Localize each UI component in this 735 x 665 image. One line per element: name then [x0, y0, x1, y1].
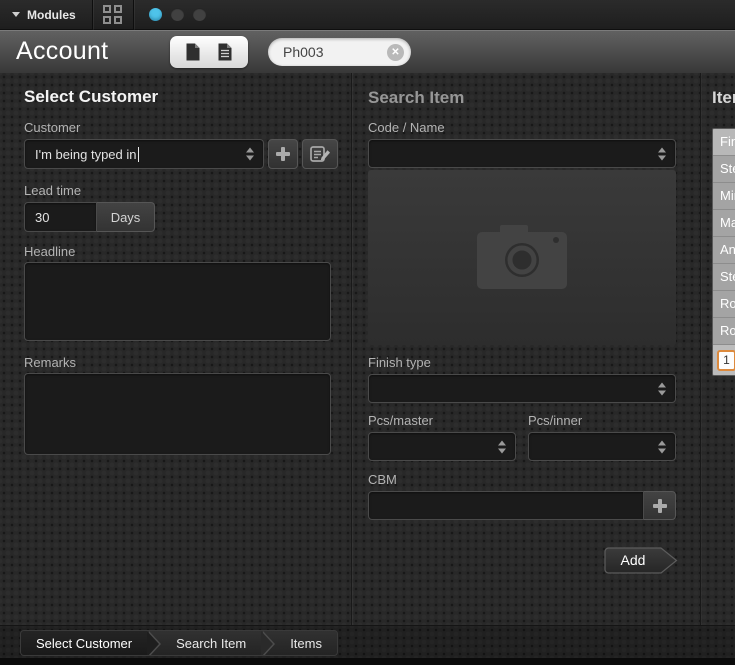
- finish-type-label: Finish type: [368, 355, 431, 370]
- bottom-bar: Select Customer Search Item Items: [0, 625, 735, 658]
- page-indicator-dot-2[interactable]: [171, 8, 184, 21]
- page-header: Account: [0, 30, 735, 73]
- items-heading: Items: [712, 88, 735, 108]
- step-select-customer[interactable]: Select Customer: [21, 631, 147, 655]
- items-pagination: 1: [713, 345, 735, 375]
- code-name-label: Code / Name: [368, 120, 445, 135]
- lined-document-icon: [217, 42, 233, 62]
- items-row[interactable]: Steel: [713, 264, 735, 291]
- select-customer-heading: Select Customer: [24, 87, 158, 107]
- page-indicator-dot-1[interactable]: [149, 8, 162, 21]
- grid-icon: [103, 5, 122, 24]
- step-items[interactable]: Items: [275, 631, 337, 655]
- items-row[interactable]: Matte: [713, 210, 735, 237]
- plus-icon: [653, 499, 667, 513]
- footer-strip: [0, 658, 735, 665]
- add-item-button[interactable]: Add: [604, 547, 678, 574]
- cbm-input[interactable]: [368, 491, 644, 520]
- panel-divider: [351, 73, 352, 625]
- select-stepper-icon: [658, 382, 666, 395]
- edit-icon: [310, 145, 331, 163]
- app-window: Modules Account: [0, 0, 735, 665]
- code-name-select[interactable]: [368, 139, 676, 168]
- modules-menu[interactable]: Modules: [0, 0, 92, 29]
- customer-label: Customer: [24, 120, 80, 135]
- select-stepper-icon: [498, 440, 506, 453]
- page-number-input[interactable]: 1: [717, 350, 735, 371]
- dropdown-caret-icon: [12, 12, 20, 17]
- items-row[interactable]: Rose: [713, 291, 735, 318]
- step-search-item[interactable]: Search Item: [161, 631, 261, 655]
- modules-menu-label: Modules: [27, 8, 76, 22]
- lead-time-label: Lead time: [24, 183, 81, 198]
- remarks-label: Remarks: [24, 355, 76, 370]
- customer-select[interactable]: I'm being typed in: [24, 139, 264, 169]
- cbm-label: CBM: [368, 472, 397, 487]
- select-stepper-icon: [658, 147, 666, 160]
- pcs-inner-label: Pcs/inner: [528, 413, 582, 428]
- finish-type-select[interactable]: [368, 374, 676, 403]
- text-cursor: [138, 147, 139, 162]
- panel-divider: [700, 73, 701, 625]
- items-table: Finish Steel Mirror Matte Antique Steel …: [712, 128, 735, 376]
- camera-icon: [476, 225, 568, 291]
- search-item-heading: Search Item: [368, 88, 464, 108]
- headline-label: Headline: [24, 244, 75, 259]
- items-row[interactable]: Steel: [713, 156, 735, 183]
- plus-icon: [276, 147, 290, 161]
- edit-customer-button[interactable]: [302, 139, 338, 169]
- items-row[interactable]: Antique: [713, 237, 735, 264]
- grid-view-button[interactable]: [93, 0, 133, 30]
- search-box: ✕: [268, 38, 411, 66]
- add-customer-button[interactable]: [268, 139, 298, 169]
- document-list-button[interactable]: [217, 42, 233, 62]
- pcs-master-label: Pcs/master: [368, 413, 433, 428]
- page-indicator-dot-3[interactable]: [193, 8, 206, 21]
- headline-textarea[interactable]: [24, 262, 331, 341]
- search-input[interactable]: [268, 44, 387, 60]
- items-row[interactable]: Finish: [713, 129, 735, 156]
- cbm-add-button[interactable]: [644, 491, 676, 520]
- page-indicator: [134, 8, 206, 21]
- new-document-button[interactable]: [185, 42, 201, 62]
- customer-select-value: I'm being typed in: [35, 147, 137, 162]
- items-row[interactable]: Round: [713, 318, 735, 345]
- pcs-inner-select[interactable]: [528, 432, 676, 461]
- item-image-placeholder: [368, 170, 676, 345]
- page-title: Account: [16, 37, 108, 66]
- lead-time-unit-button[interactable]: Days: [97, 202, 155, 232]
- clear-search-button[interactable]: ✕: [387, 44, 404, 61]
- remarks-textarea[interactable]: [24, 373, 331, 455]
- step-arrow-icon: [261, 631, 275, 655]
- add-item-button-label: Add: [604, 547, 662, 574]
- blank-document-icon: [185, 42, 201, 62]
- items-row[interactable]: Mirror: [713, 183, 735, 210]
- document-actions: [170, 36, 248, 68]
- top-menu-bar: Modules: [0, 0, 735, 30]
- select-stepper-icon: [246, 148, 254, 161]
- select-stepper-icon: [658, 440, 666, 453]
- wizard-steps: Select Customer Search Item Items: [20, 630, 338, 656]
- content-area: Select Customer Customer I'm being typed…: [0, 73, 735, 625]
- lead-time-input[interactable]: [24, 202, 97, 232]
- pcs-master-select[interactable]: [368, 432, 516, 461]
- step-arrow-icon: [147, 631, 161, 655]
